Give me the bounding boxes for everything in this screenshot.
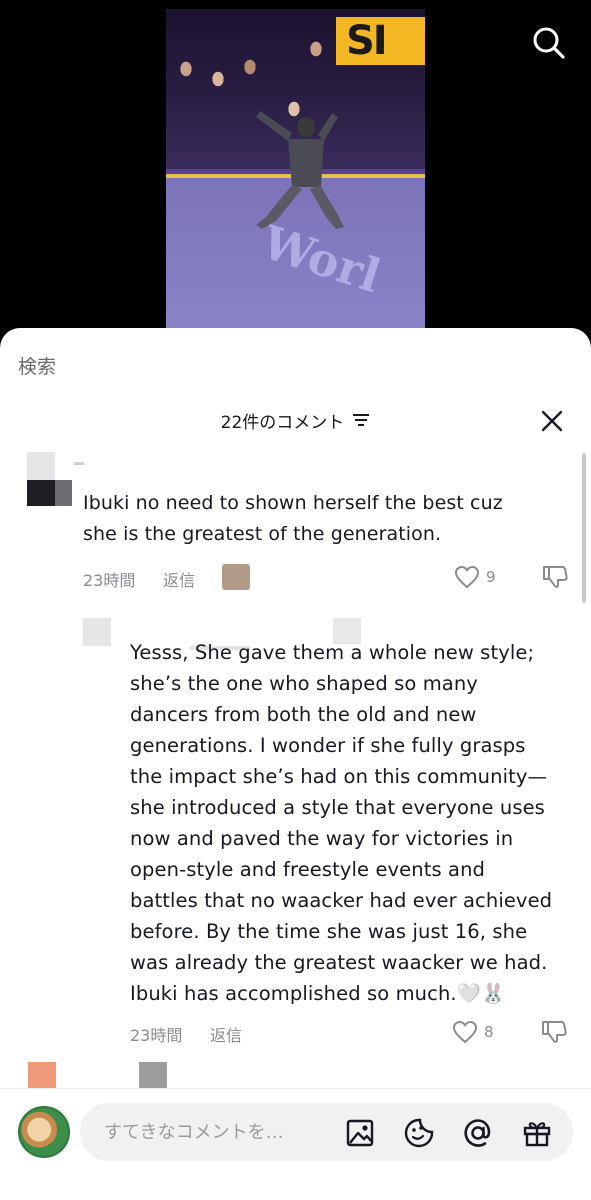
comment-text-line: she is the greatest of the generation. (83, 523, 442, 545)
comment-text-line: she introduced a style that everyone use… (130, 796, 545, 819)
comment-time: 23時間 (83, 571, 136, 590)
sort-filter-icon[interactable] (352, 413, 370, 427)
like-count: 9 (486, 568, 496, 586)
comment-time: 23時間 (130, 1026, 183, 1045)
comment-text-line: dancers from both the old and new (130, 703, 477, 726)
dancer-figure (256, 111, 344, 229)
comment-text-line: Ibuki has accomplished so much.🤍🐰 (130, 982, 506, 1005)
comment-text-line: Yesss, She gave them a whole new style; (130, 641, 535, 664)
search-icon (533, 27, 565, 59)
thumbs-down-icon (543, 566, 568, 588)
heart-icon (454, 565, 480, 589)
banner-sign: SI (336, 17, 425, 65)
avatar[interactable] (27, 452, 55, 480)
gift-icon (523, 1122, 551, 1147)
thumbs-down-icon (542, 1021, 567, 1043)
like-button[interactable]: 9 (454, 565, 496, 589)
comments-header: 22件のコメント (0, 406, 591, 434)
comment-text-line: now and paved the way for victories in (130, 827, 514, 850)
comment-text-line: the impact she’s had on this community— (130, 765, 548, 788)
sticker-button[interactable] (403, 1117, 435, 1149)
video-area: SI Worl (0, 0, 591, 345)
username-redacted[interactable] (74, 462, 84, 465)
close-button[interactable] (538, 407, 566, 435)
comment-input[interactable] (104, 1103, 334, 1161)
dislike-button[interactable] (541, 564, 569, 594)
mention-button[interactable] (462, 1117, 494, 1149)
avatar-redacted-block (55, 480, 72, 506)
image-icon (346, 1119, 374, 1147)
video-thumbnail[interactable]: SI Worl (166, 9, 425, 339)
comment-text-line: before. By the time she was just 16, she (130, 920, 528, 943)
reply-button[interactable]: 返信 (163, 567, 195, 591)
at-mention-icon (464, 1119, 491, 1147)
comment-text-line: open-style and freestyle events and (130, 858, 486, 881)
comment-text-line: battles that no waacker had ever achieve… (130, 889, 553, 912)
avatar-redacted-block (27, 480, 57, 506)
heart-icon (452, 1020, 478, 1044)
like-count: 8 (484, 1023, 494, 1041)
sticker-redacted (222, 564, 250, 590)
username-redacted (139, 1062, 167, 1090)
sticker-icon (404, 1118, 434, 1148)
comment-text: Ibuki no need to shown herself the best … (83, 488, 503, 550)
comment-count-title: 22件のコメント (220, 412, 345, 433)
search-button[interactable] (530, 24, 568, 62)
reply-button[interactable]: 返信 (210, 1022, 242, 1046)
dislike-button[interactable] (540, 1019, 568, 1049)
comment-text-line: was already the greatest waacker we had. (130, 951, 548, 974)
comment-text-line: she’s the one who shaped so many (130, 672, 478, 695)
comment-input-container (80, 1103, 573, 1161)
like-button[interactable]: 8 (452, 1020, 494, 1044)
user-avatar[interactable] (18, 1106, 70, 1158)
avatar[interactable] (83, 618, 111, 646)
gift-button[interactable] (521, 1117, 553, 1149)
comment-text: Yesss, She gave them a whole new style; … (130, 637, 552, 1009)
search-link[interactable]: 検索 (18, 352, 56, 379)
scrollbar[interactable] (582, 453, 586, 603)
close-icon (541, 410, 563, 432)
avatar[interactable] (28, 1062, 56, 1090)
comments-sheet: 検索 22件のコメント Ibuki no need to shown herse… (0, 328, 591, 1200)
comment-input-bar (0, 1088, 591, 1200)
comment-text-line: Ibuki no need to shown herself the best … (83, 492, 503, 514)
image-button[interactable] (344, 1117, 376, 1149)
comment-text-line: generations. I wonder if she fully grasp… (130, 734, 526, 757)
